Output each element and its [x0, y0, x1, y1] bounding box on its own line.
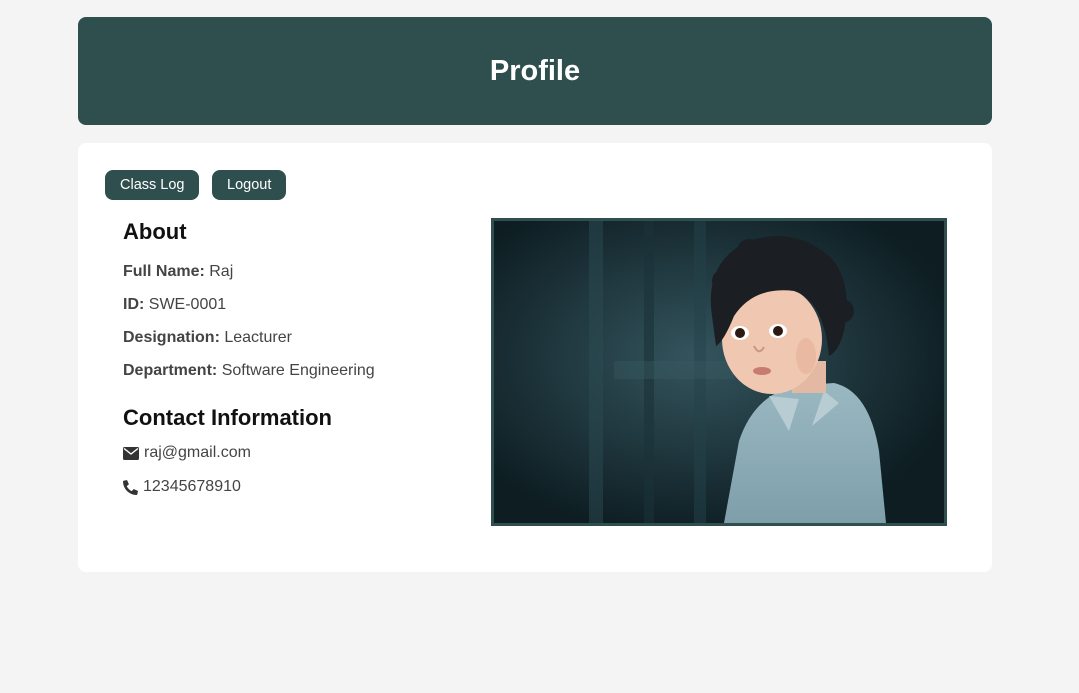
profile-photo — [491, 218, 947, 526]
id-value: SWE-0001 — [148, 296, 227, 313]
phone-icon — [123, 479, 138, 495]
phone-row: 12345678910 — [123, 478, 241, 496]
email-row: raj@gmail.com — [123, 444, 251, 462]
id-label: ID: — [123, 296, 145, 313]
department-field: Department: Software Engineering — [123, 360, 483, 393]
id-field: ID: SWE-0001 — [123, 294, 483, 327]
designation-value: Leacturer — [224, 329, 292, 346]
phone-text: 12345678910 — [143, 478, 241, 495]
email-text: raj@gmail.com — [144, 444, 251, 461]
child-portrait-image — [494, 221, 944, 523]
full-name-field: Full Name: Raj — [123, 261, 483, 294]
department-value: Software Engineering — [221, 362, 375, 379]
page-title: Profile — [489, 54, 581, 87]
about-heading: About — [123, 219, 187, 244]
full-name-label: Full Name: — [123, 263, 205, 280]
class-log-button[interactable]: Class Log — [105, 170, 200, 200]
designation-label: Designation: — [123, 329, 220, 346]
profile-card: Class Log Logout About Full Name: Raj ID… — [78, 143, 992, 572]
designation-field: Designation: Leacturer — [123, 327, 483, 360]
full-name-value: Raj — [209, 263, 234, 280]
department-label: Department: — [123, 362, 218, 379]
page-header: Profile — [78, 17, 992, 125]
contact-heading: Contact Information — [123, 405, 332, 430]
logout-button[interactable]: Logout — [212, 170, 287, 200]
envelope-icon — [123, 446, 139, 460]
about-section: About Full Name: Raj ID: SWE-0001 Design… — [123, 219, 483, 393]
